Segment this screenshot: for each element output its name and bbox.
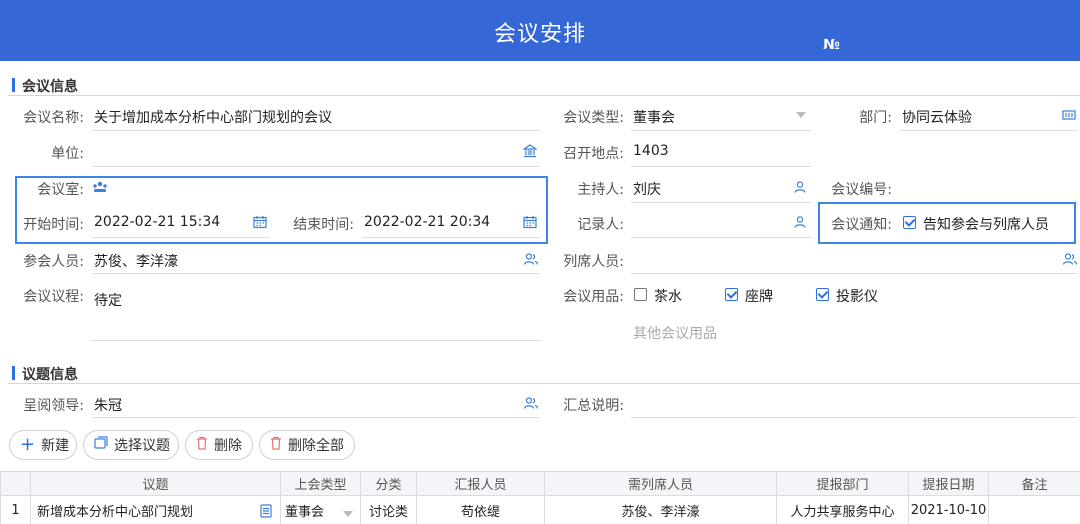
supplies-label: 会议用品: (563, 289, 624, 305)
location-label: 召开地点: (563, 146, 624, 162)
end-time-label: 结束时间: (293, 217, 354, 233)
new-button[interactable]: + 新建 (9, 430, 77, 460)
users-icon[interactable] (523, 396, 539, 410)
trash-icon (196, 436, 208, 454)
attendees-cell[interactable]: 苏俊、李洋濠 (544, 495, 777, 524)
col-header-department: 提报部门 (776, 471, 909, 496)
col-header-index (0, 471, 31, 496)
users-icon[interactable] (1062, 252, 1078, 266)
dropdown-arrow-icon[interactable] (342, 507, 354, 522)
meeting-room-label: 会议室: (37, 182, 84, 198)
attendees-field[interactable]: 苏俊、李洋濠 (94, 251, 178, 271)
supply-tea-checkbox[interactable] (634, 288, 647, 301)
supply-projector-label: 投影仪 (836, 289, 878, 305)
supply-tea-label: 茶水 (654, 289, 682, 305)
user-icon[interactable] (793, 180, 807, 194)
notice-option-label: 告知参会与列席人员 (923, 217, 1049, 233)
col-header-category: 分类 (360, 471, 417, 496)
dropdown-arrow-icon[interactable] (794, 110, 808, 124)
number-label: № (823, 37, 840, 53)
host-field[interactable]: 刘庆 (633, 179, 661, 199)
col-header-attendees: 需列席人员 (544, 471, 777, 496)
plus-icon: + (20, 434, 36, 455)
section-title-topics: 议题信息 (12, 364, 78, 384)
select-topic-button[interactable]: 选择议题 (83, 430, 179, 460)
delete-button[interactable]: 删除 (185, 430, 253, 460)
category-cell[interactable]: 讨论类 (360, 495, 417, 524)
col-header-reporter: 汇报人员 (416, 471, 545, 496)
meeting-room-icon[interactable] (92, 180, 107, 194)
date-cell[interactable]: 2021-10-10 (908, 495, 989, 524)
table-header-row: 议题 上会类型 分类 汇报人员 需列席人员 提报部门 提报日期 备注 (0, 471, 1080, 496)
topics-table: 议题 上会类型 分类 汇报人员 需列席人员 提报部门 提报日期 备注 1 新增成… (0, 471, 1080, 524)
users-icon[interactable] (523, 252, 539, 266)
department-field[interactable]: 协同云体验 (902, 107, 972, 127)
host-label: 主持人: (577, 182, 624, 198)
calendar-icon[interactable] (253, 215, 267, 229)
attendees-label: 参会人员: (23, 254, 84, 270)
col-header-date: 提报日期 (908, 471, 989, 496)
notice-label: 会议通知: (831, 217, 892, 233)
end-time-field[interactable]: 2022-02-21 20:34 (364, 214, 490, 230)
agenda-label: 会议议程: (23, 289, 84, 305)
meeting-name-label: 会议名称: (23, 110, 84, 126)
org-chart-icon[interactable] (1062, 108, 1076, 122)
observers-label: 列席人员: (563, 254, 624, 270)
select-topic-icon (94, 436, 108, 454)
department-cell[interactable]: 人力共享服务中心 (776, 495, 909, 524)
reporter-cell[interactable]: 苟依缇 (416, 495, 545, 524)
remark-cell[interactable] (988, 495, 1080, 524)
start-time-label: 开始时间: (23, 217, 84, 233)
calendar-icon[interactable] (523, 215, 537, 229)
summary-label: 汇总说明: (563, 398, 624, 414)
start-time-field[interactable]: 2022-02-21 15:34 (94, 214, 220, 230)
recorder-label: 记录人: (577, 217, 624, 233)
location-field[interactable]: 1403 (633, 143, 669, 159)
reviewer-field[interactable]: 朱冠 (94, 395, 122, 415)
col-header-topic: 议题 (30, 471, 281, 496)
unit-label: 单位: (51, 146, 84, 162)
page-title: 会议安排 (493, 22, 586, 47)
building-icon[interactable] (523, 144, 537, 158)
department-label: 部门: (859, 110, 892, 126)
delete-all-button[interactable]: 删除全部 (259, 430, 355, 460)
document-icon[interactable] (260, 504, 272, 522)
supply-projector-checkbox[interactable] (816, 288, 829, 301)
topic-cell[interactable]: 新增成本分析中心部门规划 (30, 495, 281, 524)
meeting-type-label: 会议类型: (563, 110, 624, 126)
user-icon[interactable] (793, 215, 807, 229)
reviewer-label: 呈阅领导: (23, 398, 84, 414)
other-supplies-input[interactable]: 其他会议用品 (633, 323, 717, 343)
meeting-name-field[interactable]: 关于增加成本分析中心部门规划的会议 (94, 107, 332, 127)
meeting-type-select[interactable]: 董事会 (633, 107, 675, 127)
table-row[interactable]: 1 新增成本分析中心部门规划 董事会 讨论类 苟依缇 苏俊、李洋濠 人力共享服务… (0, 495, 1080, 524)
trash-icon (270, 436, 282, 454)
meeting-no-label: 会议编号: (831, 182, 892, 198)
page-header: 会议安排 № (0, 0, 1080, 61)
col-header-meeting-type: 上会类型 (280, 471, 361, 496)
section-title-meeting: 会议信息 (12, 76, 78, 96)
meeting-type-cell[interactable]: 董事会 (280, 495, 361, 524)
notice-checkbox[interactable] (903, 216, 916, 229)
section-divider (8, 95, 1080, 96)
supply-nameplate-label: 座牌 (745, 289, 773, 305)
agenda-field[interactable]: 待定 (94, 290, 122, 310)
supply-nameplate-checkbox[interactable] (725, 288, 738, 301)
col-header-remark: 备注 (988, 471, 1080, 496)
section-divider (8, 383, 1080, 384)
row-index: 1 (0, 495, 31, 524)
